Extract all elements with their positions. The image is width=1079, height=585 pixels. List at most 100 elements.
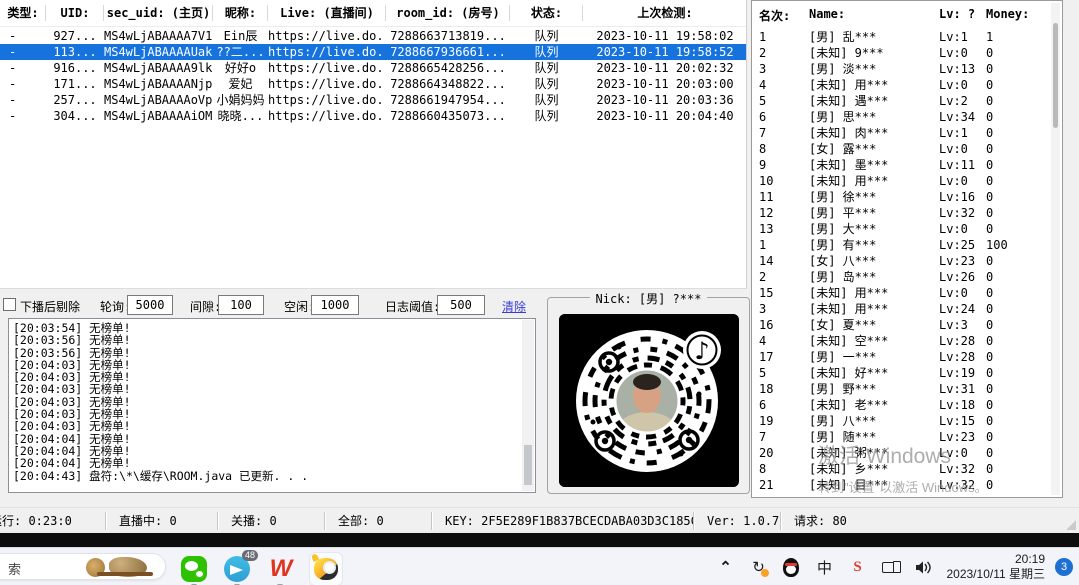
remove-after-end-checkbox[interactable] [3, 298, 16, 311]
table-row[interactable]: -304...MS4wLjABAAAAiOM...晓晓...https://li… [0, 108, 747, 124]
rank-row[interactable]: 8[女] 露***Lv:00 [752, 141, 1048, 157]
rank-row[interactable]: 5[未知] 好***Lv:190 [752, 365, 1048, 381]
status-living-count: 直播中: 0 [107, 512, 217, 529]
log-threshold-input[interactable] [437, 295, 485, 315]
resize-grip[interactable] [1066, 520, 1076, 530]
table-row[interactable]: -257...MS4wLjABAAAAoVp...小娟妈妈https://liv… [0, 92, 747, 108]
status-version: Ver: 1.0.7 [695, 514, 780, 528]
rank-row[interactable]: 2[男] 岛***Lv:260 [752, 269, 1048, 285]
clock-date: 2023/10/11 星期三 [946, 567, 1045, 582]
table-row[interactable]: -113...MS4wLjABAAAAUak...??二...https://l… [0, 44, 747, 60]
gap-input[interactable] [218, 295, 264, 315]
taskbar-clock[interactable]: 20:19 2023/10/11 星期三 [946, 552, 1045, 582]
ime-indicator[interactable]: 中 [814, 556, 834, 578]
rank-row[interactable]: 1[男] 有***Lv:25100 [752, 237, 1048, 253]
tray-sync-icon[interactable]: ↻ [748, 556, 768, 578]
rank-scrollbar-thumb[interactable] [1053, 23, 1058, 128]
log-scrollbar[interactable] [522, 320, 534, 491]
col-header-nick[interactable]: 昵称: [213, 0, 268, 26]
tiktok-logo-icon: ♪ [683, 331, 721, 369]
taskbar-app-icons: 48 W [180, 552, 343, 585]
log-line: [20:04:03] 无榜单! [13, 383, 519, 395]
col-header-status[interactable]: 状态: [510, 0, 583, 26]
notification-count-badge[interactable]: 3 [1055, 558, 1073, 576]
rank-row[interactable]: 3[未知] 用***Lv:240 [752, 301, 1048, 317]
gap-label: 间隙: [190, 298, 221, 315]
rank-row[interactable]: 12[男] 平***Lv:320 [752, 205, 1048, 221]
rank-row[interactable]: 6[男] 思***Lv:340 [752, 109, 1048, 125]
rank-row[interactable]: 10[未知] 用***Lv:00 [752, 173, 1048, 189]
rank-header-row: 名次: Name: Lv: ? Money: [752, 7, 1048, 24]
rank-row[interactable]: 4[未知] 空***Lv:280 [752, 333, 1048, 349]
name-col-header: Name: [809, 7, 939, 24]
col-header-secuid[interactable]: sec_uid: (主页) [104, 0, 213, 26]
taskbar-search-box[interactable]: 索 [0, 553, 166, 580]
rank-row[interactable]: 16[女] 夏***Lv:30 [752, 317, 1048, 333]
rank-row[interactable]: 7[男] 随***Lv:230 [752, 429, 1048, 445]
rank-row[interactable]: 3[男] 淡***Lv:130 [752, 61, 1048, 77]
telegram-badge: 48 [242, 550, 258, 561]
col-header-uid[interactable]: UID: [46, 0, 104, 26]
svg-text:♪: ♪ [694, 337, 709, 365]
rank-row[interactable]: 5[未知] 遇***Lv:20 [752, 93, 1048, 109]
log-scrollbar-thumb[interactable] [524, 445, 532, 485]
rank-row[interactable]: 6[未知] 老***Lv:180 [752, 397, 1048, 413]
rank-row[interactable]: 1[男] 乱***Lv:11 [752, 29, 1048, 45]
log-lines: [20:03:54] 无榜单![20:03:56] 无榜单![20:03:56]… [13, 322, 519, 482]
active-app-icon[interactable] [309, 552, 343, 585]
idle-input[interactable] [311, 295, 359, 315]
rank-row[interactable]: 14[女] 八***Lv:230 [752, 253, 1048, 269]
table-header-row: 类型: UID: sec_uid: (主页) 昵称: Live: (直播间) r… [0, 0, 746, 27]
live-table-rows: -927...MS4wLjABAAAA7V1...Ein辰https://liv… [0, 28, 747, 124]
rank-row[interactable]: 17[男] 一***Lv:280 [752, 349, 1048, 365]
search-placeholder-text: 索 [8, 559, 21, 578]
network-display-icon[interactable] [880, 556, 900, 578]
rank-row[interactable]: 19[男] 八***Lv:150 [752, 413, 1048, 429]
search-decoration-ground [97, 572, 153, 576]
qr-code-graphic: ♪ [559, 314, 739, 487]
tray-chevron-up-icon[interactable]: ⌃ [715, 556, 735, 578]
table-row[interactable]: -927...MS4wLjABAAAA7V1...Ein辰https://liv… [0, 28, 747, 44]
table-row[interactable]: -916...MS4wLjABAAAA9lk...好好ohttps://live… [0, 60, 747, 76]
table-row[interactable]: -171...MS4wLjABAAAANjp...爱妃https://live.… [0, 76, 747, 92]
log-threshold-label: 日志阈值: [385, 298, 440, 315]
rank-row[interactable]: 20[未知] 粥***Lv:00 [752, 445, 1048, 461]
telegram-icon[interactable]: 48 [223, 555, 251, 583]
rank-row[interactable]: 9[未知] 墨***Lv:110 [752, 157, 1048, 173]
rank-row[interactable]: 13[男] 大***Lv:00 [752, 221, 1048, 237]
nick-qr-groupbox: Nick: [男] ?*** [547, 297, 750, 494]
rank-row[interactable]: 18[男] 野***Lv:310 [752, 381, 1048, 397]
col-header-type[interactable]: 类型: [0, 0, 46, 26]
log-line: [20:04:03] 无榜单! [13, 420, 519, 432]
rank-row[interactable]: 21[未知] 目***Lv:320 [752, 477, 1048, 493]
bee-app-icon [314, 558, 338, 580]
status-key: KEY: 2F5E289F1B837BCECDABA03D3C185CF4 [433, 514, 693, 528]
col-header-roomid[interactable]: room_id: (房号) [386, 0, 510, 26]
rank-row[interactable]: 7[未知] 肉***Lv:10 [752, 125, 1048, 141]
col-header-live[interactable]: Live: (直播间) [268, 0, 386, 26]
speaker-icon[interactable] [913, 556, 933, 578]
rank-row[interactable]: 2[未知] 9***Lv:00 [752, 45, 1048, 61]
log-line: [20:03:56] 无榜单! [13, 334, 519, 346]
log-box[interactable]: [20:03:54] 无榜单![20:03:56] 无榜单![20:03:56]… [8, 318, 536, 493]
rank-row[interactable]: 11[男] 徐***Lv:160 [752, 189, 1048, 205]
screen: 类型: UID: sec_uid: (主页) 昵称: Live: (直播间) r… [0, 0, 1079, 585]
clear-log-link[interactable]: 清除 [502, 298, 526, 315]
rank-row[interactable]: 15[未知] 用***Lv:00 [752, 285, 1048, 301]
wps-icon[interactable]: W [266, 555, 294, 583]
col-header-lastcheck[interactable]: 上次检测: [583, 0, 747, 26]
rank-scrollbar[interactable] [1051, 3, 1060, 495]
wechat-icon[interactable] [180, 555, 208, 583]
rank-row[interactable]: 8[未知] 乡***Lv:320 [752, 461, 1048, 477]
app-window: 类型: UID: sec_uid: (主页) 昵称: Live: (直播间) r… [0, 0, 1079, 533]
sogou-icon[interactable]: S [847, 556, 867, 578]
tray-qq-icon[interactable] [781, 556, 801, 578]
status-total-count: 全部: 0 [326, 512, 431, 529]
rank-row[interactable]: 4[未知] 用***Lv:00 [752, 77, 1048, 93]
clock-time: 20:19 [946, 552, 1045, 567]
live-rooms-table: 类型: UID: sec_uid: (主页) 昵称: Live: (直播间) r… [0, 0, 747, 289]
status-bar: 运行: 0:23:0 直播中: 0 关播: 0 全部: 0 KEY: 2F5E2… [0, 507, 1079, 533]
poll-input[interactable] [127, 295, 173, 315]
log-line: [20:04:04] 无榜单! [13, 457, 519, 469]
rank-col-header: 名次: [759, 7, 809, 24]
